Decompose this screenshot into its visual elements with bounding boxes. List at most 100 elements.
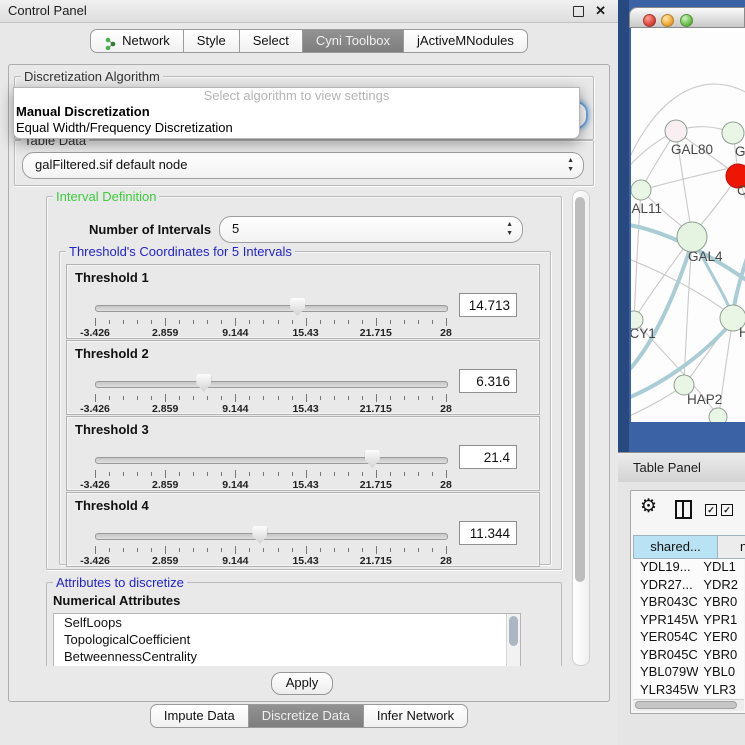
tick-mark [109,320,110,324]
table-row[interactable]: YBL079WYBL0 [633,664,744,682]
network-node[interactable] [709,408,727,422]
gear-icon[interactable]: ⚙ [640,495,657,518]
slider-tick-labels: -3.4262.8599.14415.4321.71528 [95,403,446,414]
tab-jactivemnodules[interactable]: jActiveMNodules [404,29,528,53]
threshold-value-field[interactable]: 6.316 [459,369,517,393]
table-row[interactable]: YBR045CYBR0 [633,647,744,665]
tick-mark [334,396,335,400]
network-edge-highlighted [631,240,693,376]
tick-mark [404,472,405,476]
float-window-icon[interactable] [573,6,584,17]
threshold-slider-handle[interactable] [365,450,380,468]
combo-stepper-icon[interactable]: ▲▼ [506,220,513,238]
attribute-list-item[interactable]: SelfLoops [54,614,520,631]
tick-mark [362,472,363,476]
table-hscrollbar-thumb[interactable] [635,701,737,709]
table-panel-title: Table Panel [633,460,701,475]
threshold-panel-3: Threshold 3-3.4262.8599.14415.4321.71528… [66,416,540,491]
threshold-value-field[interactable]: 21.4 [459,445,517,469]
tick-mark [362,396,363,400]
network-view-window: GAL80GCGAL11GAL4GCY1HHAP2 [629,7,745,422]
cell-shared-name: YBR045C [633,647,698,665]
tick-mark [376,318,377,326]
threshold-slider-handle[interactable] [290,298,305,316]
tick-mark [404,548,405,552]
tick-label: 28 [440,479,452,491]
threshold-value-field[interactable]: 14.713 [459,293,517,317]
dropdown-prompt: Select algorithm to view settings [14,88,579,104]
network-node-label: HAP2 [687,392,722,407]
tick-label: 2.859 [152,327,178,339]
dropdown-option-manual[interactable]: Manual Discretization [14,104,579,120]
table-row[interactable]: YER054CYER0 [633,629,744,647]
tick-mark [376,470,377,478]
attribute-list-item[interactable]: TopologicalCoefficient [54,631,520,648]
list-scrollbar-thumb[interactable] [509,616,518,646]
column-header-name[interactable]: n [718,535,745,559]
network-node[interactable] [631,180,651,200]
table-row[interactable]: YDL19...YDL1 [633,559,744,577]
tick-label: 9.144 [222,327,248,339]
threshold-value-field[interactable]: 11.344 [459,521,517,545]
settings-scrollbar-thumb[interactable] [575,197,585,582]
threshold-slider-track[interactable] [95,381,448,388]
tick-mark [292,320,293,324]
table-row[interactable]: YPR145WYPR1 [633,612,744,630]
bottom-tab-impute-data[interactable]: Impute Data [150,704,249,728]
checkbox-icon[interactable]: ✓ [705,504,717,516]
slider-ticks [95,394,446,403]
tick-mark [348,548,349,552]
threshold-slider-track[interactable] [95,533,448,540]
network-canvas[interactable]: GAL80GCGAL11GAL4GCY1HHAP2 [631,28,745,422]
close-traffic-light-icon[interactable] [643,14,656,27]
minimize-traffic-light-icon[interactable] [661,14,674,27]
tick-mark [292,548,293,552]
close-icon[interactable]: ✕ [595,3,606,19]
tab-cyni-toolbox[interactable]: Cyni Toolbox [303,29,404,53]
threshold-slider-handle[interactable] [252,526,267,544]
tab-network[interactable]: Network [90,29,184,53]
table-data-combobox[interactable]: galFiltered.sif default node ▲▼ [22,152,584,179]
dropdown-option-equal-width[interactable]: Equal Width/Frequency Discretization [14,120,579,136]
network-node[interactable] [722,122,744,144]
threshold-slider-track[interactable] [95,457,448,464]
table-row[interactable]: YLR345WYLR3 [633,682,744,699]
threshold-panel-2: Threshold 2-3.4262.8599.14415.4321.71528… [66,340,540,415]
tick-mark [432,548,433,552]
tick-mark [207,548,208,552]
bottom-tab-discretize-data[interactable]: Discretize Data [249,704,364,728]
tick-mark [362,320,363,324]
threshold-panel-1: Threshold 1-3.4262.8599.14415.4321.71528… [66,264,540,339]
threshold-label: Threshold 3 [75,422,149,437]
zoom-traffic-light-icon[interactable] [680,14,693,27]
tab-style[interactable]: Style [184,29,240,53]
attribute-list-item[interactable]: BetweennessCentrality [54,648,520,665]
list-scrollbar[interactable] [506,614,520,666]
tick-mark [263,396,264,400]
split-columns-icon[interactable] [675,500,692,519]
threshold-label: Threshold 1 [75,270,149,285]
threshold-slider-handle[interactable] [196,374,211,392]
checkbox-icon[interactable]: ✓ [721,504,733,516]
combo-stepper-icon[interactable]: ▲▼ [567,156,574,174]
screen: Control Panel ✕ NetworkStyleSelectCyni T… [0,0,745,745]
num-intervals-combobox[interactable]: 5 ▲▼ [219,216,523,243]
network-window-titlebar[interactable] [629,7,745,28]
tick-mark [292,396,293,400]
column-header-shared-name[interactable]: shared... [633,535,718,559]
apply-button[interactable]: Apply [271,672,333,695]
network-node[interactable] [677,222,707,252]
numerical-attributes-list[interactable]: SelfLoopsTopologicalCoefficientBetweenne… [53,613,521,666]
threshold-slider-track[interactable] [95,305,448,312]
settings-scrollbar[interactable] [572,190,590,666]
tick-mark [165,318,166,326]
tab-select[interactable]: Select [240,29,303,53]
table-row[interactable]: YBR043CYBR0 [633,594,744,612]
table-data-value: galFiltered.sif default node [35,157,187,172]
tick-mark [95,470,96,478]
slider-ticks [95,546,446,555]
table-horizontal-scrollbar[interactable] [633,699,744,711]
network-node[interactable] [665,120,687,142]
bottom-tab-infer-network[interactable]: Infer Network [364,704,468,728]
table-row[interactable]: YDR27...YDR2 [633,577,744,595]
